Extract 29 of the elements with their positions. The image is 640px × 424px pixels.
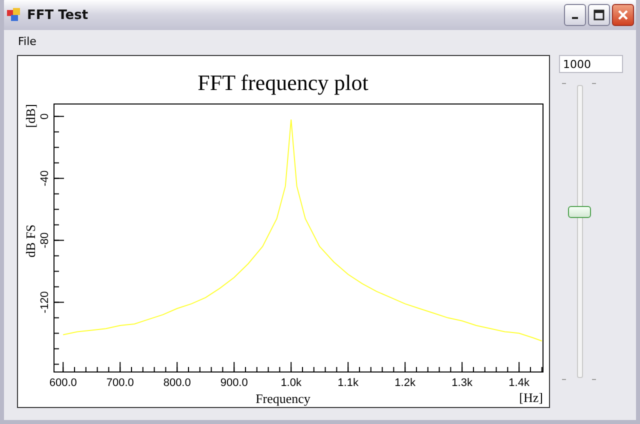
chart-title: FFT frequency plot	[198, 70, 368, 95]
value-field[interactable]: 1000	[559, 55, 623, 73]
close-button[interactable]	[612, 4, 634, 26]
x-unit-label: [Hz]	[519, 390, 543, 405]
slider-thumb[interactable]	[568, 206, 591, 218]
tick-label: 0	[39, 113, 51, 120]
tick-label: 1.2k	[394, 377, 416, 389]
x-axis-label: Frequency	[256, 391, 310, 406]
app-icon	[6, 7, 22, 23]
y-unit-label: [dB]	[23, 104, 38, 128]
tick-label: 1.3k	[452, 377, 472, 389]
minimize-icon	[572, 17, 578, 19]
tick-label: 700.0	[106, 377, 134, 389]
tick-label: 800.0	[163, 377, 191, 389]
menu-item[interactable]: File	[14, 32, 40, 50]
tick-label: 1.1k	[338, 377, 358, 389]
tick-label: 900.0	[220, 377, 248, 389]
maximize-icon	[593, 9, 605, 21]
tick-label: 600.0	[49, 377, 77, 389]
tick-label: 1.4k	[508, 377, 530, 389]
tick-label: 1.0k	[280, 377, 302, 389]
tick-label: -40	[39, 170, 51, 186]
y-axis-label: dB FS	[23, 224, 38, 258]
tick-label: -120	[39, 291, 51, 314]
minimize-button[interactable]	[564, 4, 586, 26]
tick-label: -80	[39, 232, 51, 248]
close-icon	[617, 9, 629, 21]
window-title: FFT Test	[27, 8, 90, 22]
maximize-button[interactable]	[588, 4, 610, 26]
